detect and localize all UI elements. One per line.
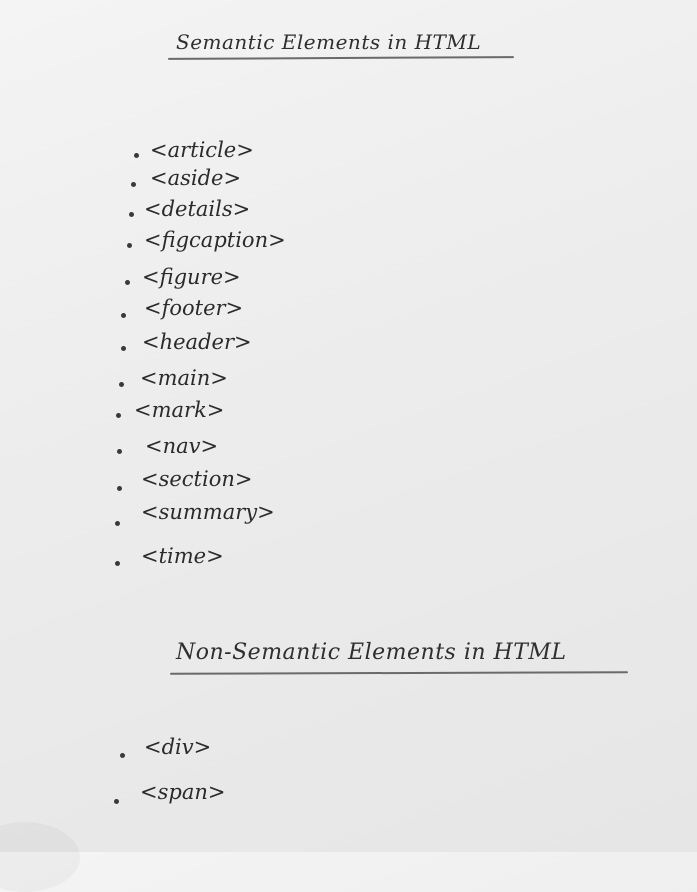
non-semantic-item-div: <div> (144, 735, 212, 759)
non-semantic-heading: Non-Semantic Elements in HTML (176, 640, 567, 665)
bullet-dot (116, 413, 121, 418)
semantic-item-aside: <aside> (150, 166, 242, 190)
semantic-item-section: <section> (141, 467, 253, 491)
bullet-dot (117, 449, 122, 454)
handwritten-note-page: Semantic Elements in HTML <article> <asi… (0, 0, 697, 852)
semantic-item-nav: <nav> (145, 434, 219, 458)
semantic-heading: Semantic Elements in HTML (176, 30, 482, 54)
bullet-dot (131, 182, 136, 187)
semantic-item-time: <time> (141, 544, 224, 568)
bullet-dot (115, 521, 120, 526)
paper-shadow (0, 822, 80, 892)
non-semantic-item-span: <span> (140, 780, 226, 804)
semantic-item-mark: <mark> (134, 398, 225, 422)
non-semantic-heading-underline (169, 671, 629, 675)
bullet-dot (121, 313, 126, 318)
bullet-dot (120, 753, 125, 758)
semantic-item-summary: <summary> (141, 500, 275, 524)
bullet-dot (115, 561, 120, 566)
bullet-dot (117, 486, 122, 491)
semantic-item-main: <main> (140, 366, 228, 390)
semantic-item-figcaption: <figcaption> (144, 228, 286, 252)
bullet-dot (121, 346, 126, 351)
semantic-item-footer: <footer> (144, 296, 244, 320)
bullet-dot (119, 382, 124, 387)
semantic-item-figure: <figure> (142, 265, 241, 289)
semantic-item-article: <article> (150, 138, 254, 162)
bullet-dot (114, 799, 119, 804)
bullet-dot (129, 212, 134, 217)
bullet-dot (125, 280, 130, 285)
semantic-item-details: <details> (144, 197, 251, 221)
semantic-heading-underline (167, 56, 515, 60)
semantic-item-header: <header> (142, 330, 252, 354)
bullet-dot (127, 243, 132, 248)
bullet-dot (134, 153, 139, 158)
